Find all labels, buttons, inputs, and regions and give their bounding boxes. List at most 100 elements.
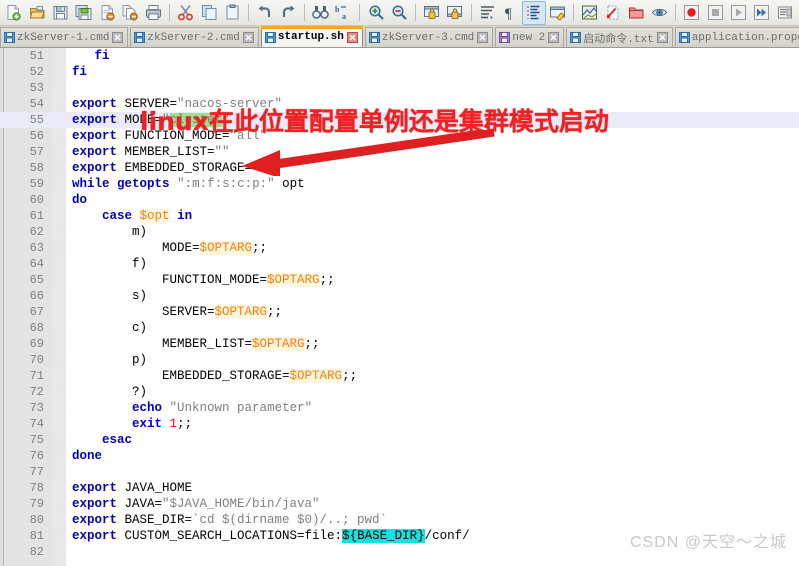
close-icon[interactable]	[242, 32, 254, 43]
document-map-icon[interactable]	[578, 1, 601, 25]
macro-stop-icon[interactable]	[703, 1, 726, 25]
paste-icon[interactable]	[221, 1, 244, 25]
code-line[interactable]: 80 export BASE_DIR=`cd $(dirname $0)/..; …	[0, 512, 799, 528]
tab-new-2[interactable]: new 2	[495, 27, 565, 47]
copy-icon[interactable]	[198, 1, 221, 25]
code-text: export JAVA_HOME	[66, 480, 799, 496]
code-token: export	[72, 97, 118, 111]
replace-icon[interactable]: b a	[332, 1, 355, 25]
code-token: ;;	[267, 305, 283, 319]
line-number: 64	[29, 257, 44, 271]
toolbar-separator	[415, 4, 416, 21]
code-token: $OPTARG	[214, 305, 268, 319]
code-line[interactable]: 62 m)	[0, 224, 799, 240]
line-number: 75	[29, 433, 44, 447]
macro-record-icon[interactable]	[680, 1, 703, 25]
code-line[interactable]: 67 SERVER=$OPTARG;;	[0, 304, 799, 320]
close-icon[interactable]	[656, 32, 668, 43]
cut-icon[interactable]	[174, 1, 197, 25]
code-line[interactable]: 75 esac	[0, 432, 799, 448]
code-line[interactable]: 70 p)	[0, 352, 799, 368]
code-text: do	[66, 192, 799, 208]
tab-zkserver-1-cmd[interactable]: zkServer-1.cmd	[0, 27, 129, 47]
code-line[interactable]: 52 fi	[0, 64, 799, 80]
zoom-out-icon[interactable]	[388, 1, 411, 25]
line-number: 73	[29, 401, 44, 415]
toolbar-separator	[675, 4, 677, 21]
monitoring-icon[interactable]	[648, 1, 671, 25]
code-text: MEMBER_LIST=$OPTARG;;	[66, 336, 799, 352]
macro-play-icon[interactable]	[727, 1, 750, 25]
code-editor[interactable]: 51 fi 52 fi 53 54 export SERVER="nacos-server…	[0, 48, 799, 566]
code-line[interactable]: 72 ?)	[0, 384, 799, 400]
code-token: ;;	[177, 417, 193, 431]
code-token: MEMBER_LIST=	[117, 145, 215, 159]
code-token: JAVA=	[117, 497, 163, 511]
code-line[interactable]: 53	[0, 80, 799, 96]
code-text: m)	[66, 224, 799, 240]
code-text: esac	[66, 432, 799, 448]
new-file-icon[interactable]	[2, 1, 25, 25]
zoom-in-icon[interactable]	[364, 1, 387, 25]
code-line[interactable]: 77	[0, 464, 799, 480]
open-file-icon[interactable]	[25, 1, 48, 25]
show-indent-guide-icon[interactable]	[522, 0, 546, 25]
close-icon[interactable]	[112, 32, 124, 43]
code-line[interactable]: 74 exit 1;;	[0, 416, 799, 432]
code-line[interactable]: 78 export JAVA_HOME	[0, 480, 799, 496]
macro-save-icon[interactable]	[773, 1, 796, 25]
code-line[interactable]: 68 c)	[0, 320, 799, 336]
tab-qidong-mingling-txt[interactable]: 启动命令.txt	[566, 27, 673, 47]
close-icon[interactable]	[346, 31, 358, 43]
redo-icon[interactable]	[277, 1, 300, 25]
code-token: $OPTARG	[252, 337, 305, 351]
code-text: s)	[66, 288, 799, 304]
find-icon[interactable]	[309, 1, 332, 25]
show-all-characters-icon[interactable]: ¶	[499, 1, 522, 25]
code-line[interactable]: 60 do	[0, 192, 799, 208]
code-line[interactable]: 61 case $opt in	[0, 208, 799, 224]
close-icon[interactable]	[477, 32, 489, 43]
tab-zkserver-3-cmd[interactable]: zkServer-3.cmd	[364, 27, 494, 47]
code-line[interactable]: 57 export MEMBER_LIST=""	[0, 144, 799, 160]
code-line[interactable]: 71 EMBEDDED_STORAGE=$OPTARG;;	[0, 368, 799, 384]
code-text: export JAVA="$JAVA_HOME/bin/java"	[66, 496, 799, 512]
code-line[interactable]: 66 s)	[0, 288, 799, 304]
tab-application-properties[interactable]: application.properti	[674, 27, 799, 47]
code-token: CUSTOM_SEARCH_LOCATIONS=file:	[117, 529, 343, 543]
code-line[interactable]: 76 done	[0, 448, 799, 464]
code-line[interactable]: 64 f)	[0, 256, 799, 272]
code-line[interactable]: 79 export JAVA="$JAVA_HOME/bin/java"	[0, 496, 799, 512]
code-line[interactable]: 73 echo "Unknown parameter"	[0, 400, 799, 416]
line-number: 77	[29, 465, 44, 479]
close-file-icon[interactable]	[95, 1, 118, 25]
folder-as-workspace-icon[interactable]	[624, 1, 647, 25]
document-tab-bar[interactable]: zkServer-1.cmd zkServer-2.cmd startup.sh…	[0, 26, 799, 48]
tab-startup-sh[interactable]: startup.sh	[260, 26, 363, 47]
code-line[interactable]: 65 FUNCTION_MODE=$OPTARG;;	[0, 272, 799, 288]
code-text: while getopts ":m:f:s:c:p:" opt	[66, 176, 799, 192]
save-icon[interactable]	[49, 1, 72, 25]
sync-vertical-scroll-icon[interactable]	[420, 1, 443, 25]
close-icon[interactable]	[548, 32, 560, 43]
code-line[interactable]: 58 export EMBEDDED_STORAGE=""	[0, 160, 799, 176]
close-all-icon[interactable]	[119, 1, 142, 25]
print-icon[interactable]	[142, 1, 165, 25]
tab-zkserver-2-cmd[interactable]: zkServer-2.cmd	[130, 27, 259, 47]
code-line[interactable]: 69 MEMBER_LIST=$OPTARG;;	[0, 336, 799, 352]
code-text: f)	[66, 256, 799, 272]
function-list-icon[interactable]	[601, 1, 624, 25]
code-line[interactable]: 51 fi	[0, 48, 799, 64]
code-line[interactable]: 59 while getopts ":m:f:s:c:p:" opt	[0, 176, 799, 192]
code-token: ;;	[342, 369, 358, 383]
code-line[interactable]: 63 MODE=$OPTARG;;	[0, 240, 799, 256]
user-defined-dialog-icon[interactable]	[546, 1, 569, 25]
save-all-icon[interactable]	[72, 1, 95, 25]
macro-run-multiple-icon[interactable]	[750, 1, 773, 25]
word-wrap-icon[interactable]	[476, 1, 499, 25]
line-number: 76	[29, 449, 44, 463]
undo-icon[interactable]	[253, 1, 276, 25]
sync-horizontal-scroll-icon[interactable]	[443, 1, 466, 25]
